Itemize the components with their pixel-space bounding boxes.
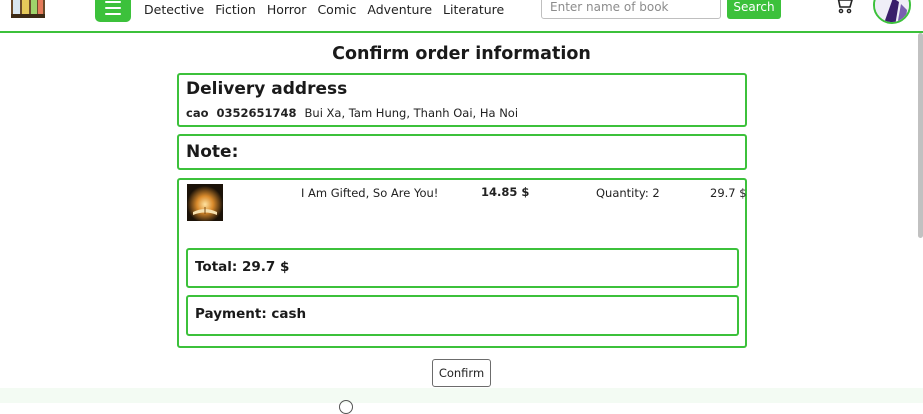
item-price: 14.85 $ <box>481 185 530 199</box>
search-input[interactable] <box>541 0 721 19</box>
category-nav: Detective Fiction Horror Comic Adventure… <box>144 2 515 18</box>
order-items-card: I Am Gifted, So Are You! 14.85 $ Quantit… <box>177 178 747 348</box>
nav-item-detective[interactable]: Detective <box>144 2 204 18</box>
payment-method: Payment: cash <box>195 306 307 322</box>
footer <box>0 388 923 414</box>
top-navbar: Detective Fiction Horror Comic Adventure… <box>0 0 923 33</box>
nav-item-comic[interactable]: Comic <box>317 2 356 18</box>
search-button[interactable]: Search <box>727 0 781 19</box>
user-avatar[interactable] <box>873 0 911 24</box>
nav-item-horror[interactable]: Horror <box>267 2 307 18</box>
recipient-address: Bui Xa, Tam Hung, Thanh Oai, Ha Noi <box>304 106 519 120</box>
cart-icon[interactable] <box>834 0 854 14</box>
recipient-phone: 0352651748 <box>216 106 297 120</box>
recipient-name: cao <box>186 106 209 120</box>
item-quantity: Quantity: 2 <box>596 186 660 200</box>
page-title: Confirm order information <box>332 44 591 64</box>
order-total-box: Total: 29.7 $ <box>186 248 739 288</box>
delivery-address-line: cao 0352651748 Bui Xa, Tam Hung, Thanh Oai… <box>186 106 518 120</box>
item-title: I Am Gifted, So Are You! <box>301 186 439 200</box>
footer-circle-icon <box>339 400 353 414</box>
note-card: Note: <box>177 134 747 170</box>
item-subtotal: 29.7 $ <box>710 186 747 200</box>
menu-toggle-button[interactable] <box>95 0 131 22</box>
scrollbar[interactable] <box>918 33 923 238</box>
delivery-address-card: Delivery address cao 0352651748 Bui Xa, Ta… <box>177 73 747 127</box>
hamburger-icon <box>105 1 121 3</box>
bookshelf-logo-icon[interactable] <box>10 0 46 20</box>
order-total: Total: 29.7 $ <box>195 259 290 275</box>
note-label: Note: <box>186 142 239 162</box>
nav-item-fiction[interactable]: Fiction <box>215 2 256 18</box>
book-cover-image <box>187 184 223 221</box>
confirm-button[interactable]: Confirm <box>432 359 491 387</box>
nav-item-adventure[interactable]: Adventure <box>367 2 432 18</box>
delivery-address-heading: Delivery address <box>186 79 348 99</box>
nav-item-literature[interactable]: Literature <box>443 2 504 18</box>
payment-method-box: Payment: cash <box>186 295 739 336</box>
